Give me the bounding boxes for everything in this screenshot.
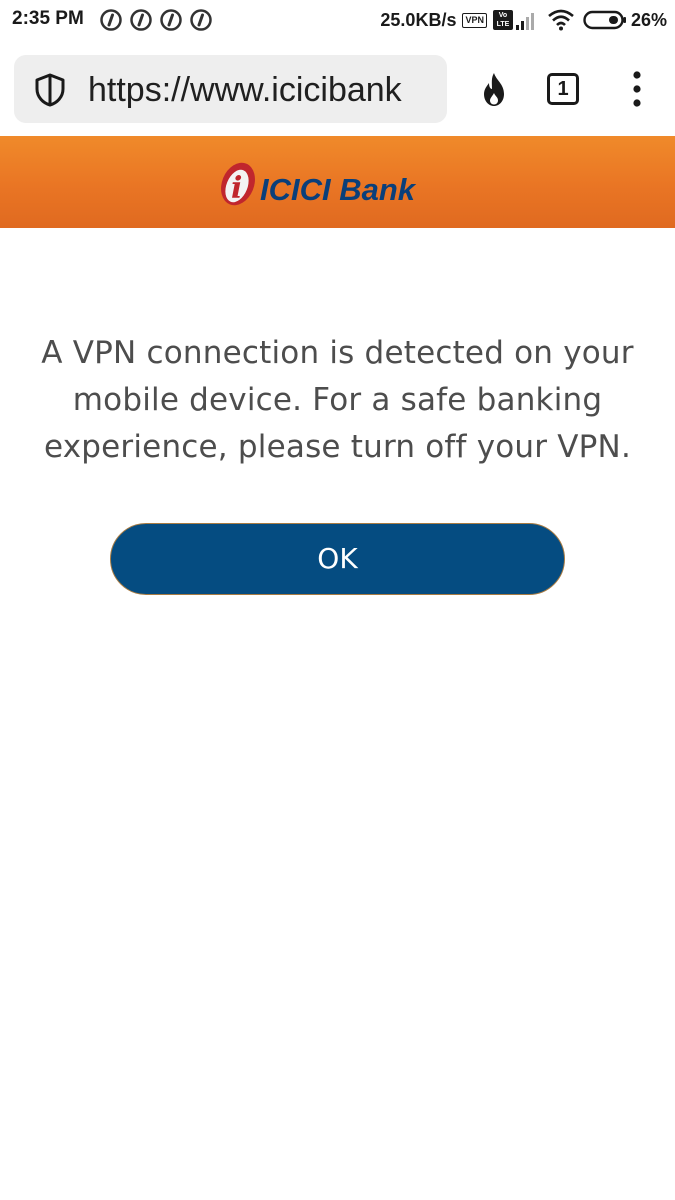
shield-icon[interactable]: [32, 72, 68, 108]
url-text[interactable]: https://www.icicibank: [88, 70, 433, 110]
notification-icons: [100, 9, 220, 31]
signal-icon: [515, 13, 534, 30]
logo-text: ICICI Bank: [260, 172, 417, 207]
app-notification-icon: [160, 9, 182, 31]
logo-letter: i: [231, 171, 242, 206]
status-bar: 2:35 PM 25.0KB/s VPN Vo LTE 26%: [0, 0, 675, 42]
vpn-badge: VPN: [462, 12, 487, 28]
app-notification-icon: [190, 9, 212, 31]
vpn-warning-message: A VPN connection is detected on your mob…: [41, 335, 634, 465]
tabs-button[interactable]: 1: [547, 73, 579, 105]
status-time: 2:35 PM: [12, 8, 84, 29]
volte-bottom-label: LTE: [496, 21, 510, 28]
app-notification-icon: [100, 9, 122, 31]
app-notification-icon: [130, 9, 152, 31]
more-menu-icon[interactable]: [627, 69, 647, 109]
bank-header: i ICICI Bank: [0, 136, 675, 228]
battery-icon: [583, 10, 626, 30]
icici-bank-logo: i ICICI Bank: [221, 162, 417, 207]
status-indicators: 25.0KB/s VPN Vo LTE 26%: [380, 8, 667, 32]
network-speed: 25.0KB/s: [380, 9, 457, 30]
volte-icon: Vo LTE: [492, 10, 513, 30]
address-bar[interactable]: https://www.icicibank: [14, 55, 447, 123]
volte-top-label: Vo: [498, 12, 508, 19]
battery-percent: 26%: [630, 9, 667, 30]
fire-icon[interactable]: [474, 70, 514, 110]
tab-count: 1: [557, 78, 569, 100]
ok-button[interactable]: OK: [110, 523, 565, 595]
wifi-icon: [548, 9, 574, 31]
browser-toolbar: https://www.icicibank 1: [0, 42, 675, 136]
